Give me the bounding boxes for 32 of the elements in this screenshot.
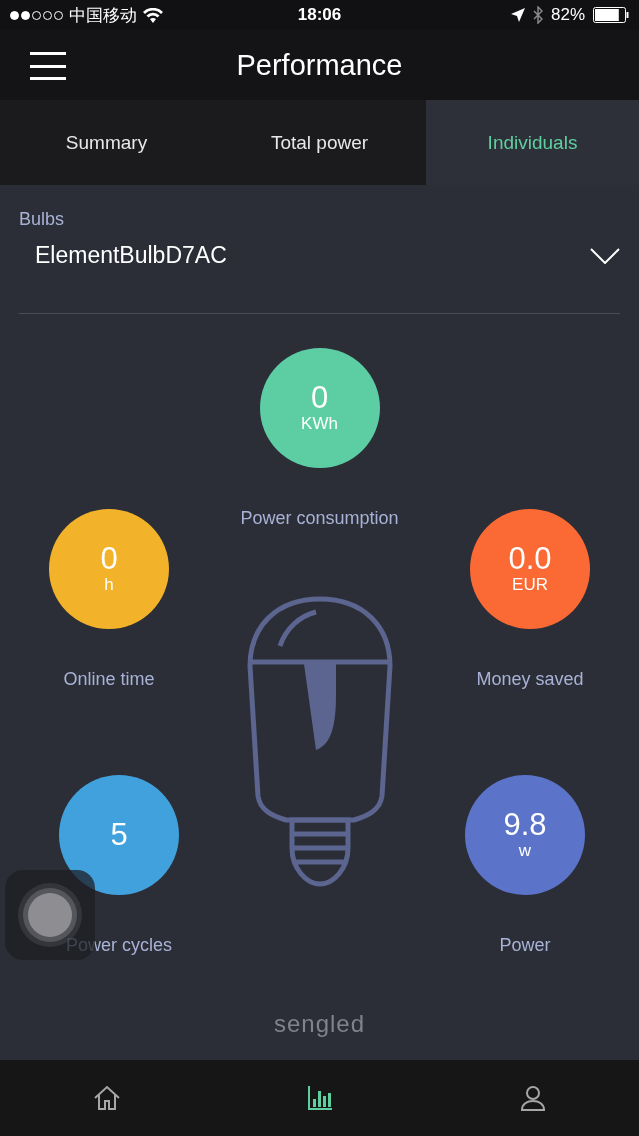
wifi-icon	[143, 7, 163, 23]
metric-unit: EUR	[512, 575, 548, 595]
user-icon	[519, 1085, 546, 1111]
metric-value: 0	[100, 543, 118, 575]
metric-caption: Power	[498, 935, 552, 956]
field-label: Bulbs	[19, 209, 66, 230]
metric-value: 9.8	[503, 809, 547, 841]
location-arrow-icon	[511, 8, 525, 22]
tab[interactable]: Summary	[0, 100, 213, 185]
bar-chart-icon	[306, 1086, 333, 1110]
chevron-down-icon	[590, 247, 620, 264]
metric-unit: w	[518, 841, 532, 861]
tab[interactable]: Total power	[213, 100, 426, 185]
brand-logo: sengled	[272, 1010, 367, 1038]
metric-caption: Online time	[62, 669, 156, 690]
home-icon	[92, 1085, 121, 1111]
metric-value: 5	[110, 819, 128, 851]
page-title: Performance	[236, 48, 403, 82]
metric-unit: h	[104, 575, 114, 595]
battery-icon	[593, 7, 629, 23]
metric-caption: Money saved	[475, 669, 585, 690]
tab[interactable]: Individuals	[426, 100, 639, 185]
menu-button[interactable]	[30, 52, 66, 80]
bluetooth-icon	[533, 6, 543, 24]
clock-time: 18:06	[297, 5, 342, 25]
metric-unit: KWh	[301, 414, 338, 434]
device-dropdown[interactable]: ElementBulbD7AC	[19, 230, 620, 314]
metric-value: 0.0	[508, 543, 552, 575]
metric-caption: Power consumption	[239, 508, 400, 529]
battery-percent: 82%	[551, 5, 585, 25]
metric-value: 0	[310, 382, 329, 414]
carrier-name: 中国移动	[69, 4, 137, 27]
